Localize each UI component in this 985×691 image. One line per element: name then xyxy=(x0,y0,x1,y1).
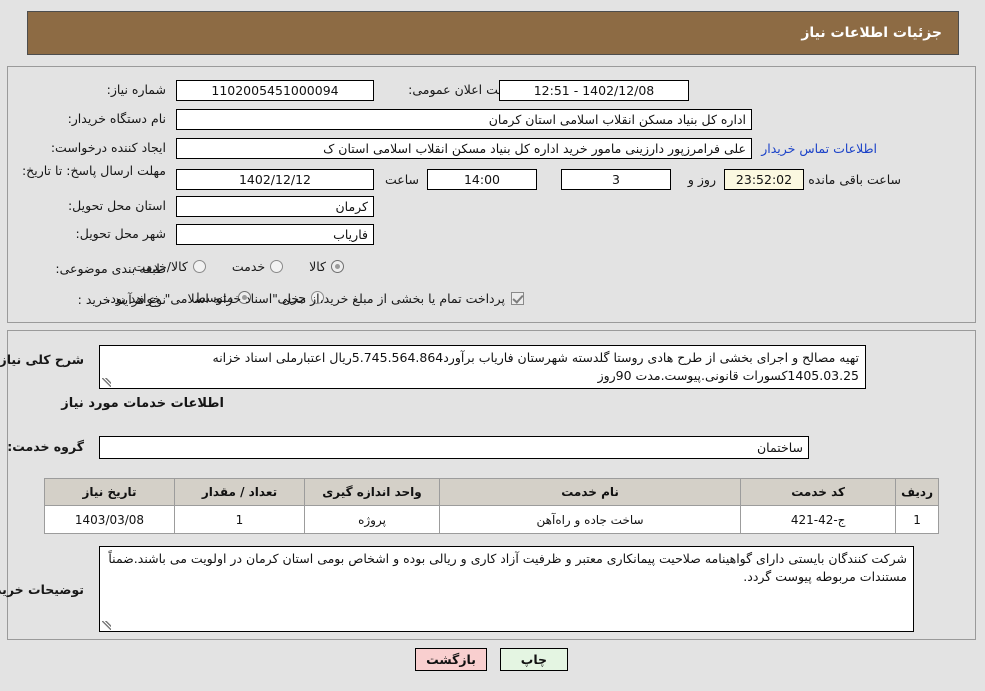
radio-category-service-label: خدمت xyxy=(232,259,267,274)
page-title: جزئیات اطلاعات نیاز xyxy=(802,25,943,41)
cell-quantity: 1 xyxy=(175,505,306,534)
need-number-label: شماره نیاز: xyxy=(107,82,167,97)
buyer-notes-label-wrap: توضیحات خریدار: xyxy=(0,582,85,597)
radio-category-goods[interactable]: کالا xyxy=(310,259,345,274)
print-button[interactable]: چاپ xyxy=(500,648,569,671)
cell-service-name: ساخت جاده و راه‌آهن xyxy=(439,505,743,534)
table-row: 1 ج-42-421 ساخت جاده و راه‌آهن پروژه 1 1… xyxy=(45,505,940,534)
need-number-value: 1102005451000094 xyxy=(177,80,375,101)
service-group-value: ساختمان xyxy=(100,436,810,459)
service-group-label: گروه خدمت: xyxy=(8,439,85,454)
subject-category-radiogroup: کالا خدمت کالا/خدمت xyxy=(108,259,345,274)
countdown-timer: 23:52:02 xyxy=(725,169,805,190)
col-unit: واحد اندازه گیری xyxy=(305,478,441,506)
service-group-label-wrap: گروه خدمت: xyxy=(8,439,85,454)
radio-category-goods-icon[interactable] xyxy=(332,260,345,273)
radio-category-goods-label: کالا xyxy=(310,259,327,274)
buyer-org-label-wrap: نام دستگاه خریدار: xyxy=(69,111,167,126)
remaining-hours-label: ساعت باقی مانده xyxy=(809,172,902,187)
deadline-time-label: ساعت xyxy=(385,172,420,187)
buyer-org-value: اداره کل بنیاد مسکن انقلاب اسلامی استان … xyxy=(177,109,753,130)
delivery-province-label: استان محل تحویل: xyxy=(68,198,167,213)
creator-label-wrap: ایجاد کننده درخواست: xyxy=(52,140,167,155)
page-header: جزئیات اطلاعات نیاز xyxy=(28,11,960,55)
cell-row-no: 1 xyxy=(896,505,940,534)
radio-category-goods-service-label: کالا/خدمت xyxy=(134,259,189,274)
services-table: ردیف کد خدمت نام خدمت واحد اندازه گیری ت… xyxy=(45,478,940,534)
deadline-date-value: 1402/12/12 xyxy=(177,169,375,190)
general-description-textarea[interactable]: تهیه مصالح و اجرای بخشی از طرح هادی روست… xyxy=(100,345,867,389)
remaining-days-label: روز و xyxy=(688,172,717,187)
buyer-org-label: نام دستگاه خریدار: xyxy=(68,111,167,126)
col-service-code: کد خدمت xyxy=(741,478,898,506)
deadline-time-value: 14:00 xyxy=(428,169,538,190)
delivery-city-label: شهر محل تحویل: xyxy=(76,226,167,241)
cell-unit: پروژه xyxy=(305,505,441,534)
buyer-notes-label: توضیحات خریدار: xyxy=(0,582,85,597)
province-label-wrap: استان محل تحویل: xyxy=(69,198,167,213)
need-info-panel xyxy=(8,66,977,323)
cell-need-date: 1403/03/08 xyxy=(45,505,176,534)
general-description-label: شرح کلی نیاز: xyxy=(0,352,85,367)
delivery-province-value: کرمان xyxy=(177,196,375,217)
deadline-label: مهلت ارسال پاسخ: تا تاریخ: xyxy=(22,163,167,178)
services-section-heading: اطلاعات خدمات مورد نیاز xyxy=(62,396,225,411)
page-root: AriaTender.net جزئیات اطلاعات نیاز شماره… xyxy=(0,0,985,691)
remaining-days-value: 3 xyxy=(562,169,672,190)
deadline-label-wrap: مهلت ارسال پاسخ: تا تاریخ: xyxy=(12,163,167,179)
radio-category-service-icon[interactable] xyxy=(271,260,285,273)
treasury-bond-option[interactable]: پرداخت تمام یا بخشی از مبلغ خرید،از محل … xyxy=(107,291,525,306)
col-service-name: نام خدمت xyxy=(439,478,743,506)
back-button[interactable]: بازگشت xyxy=(416,648,488,671)
city-label-wrap: شهر محل تحویل: xyxy=(77,226,167,241)
need-number-label-wrap: شماره نیاز: xyxy=(17,82,167,97)
table-header-row: ردیف کد خدمت نام خدمت واحد اندازه گیری ت… xyxy=(45,478,940,506)
col-need-date: تاریخ نیاز xyxy=(45,478,176,506)
delivery-city-value: فاریاب xyxy=(177,224,375,245)
buyer-contact-link[interactable]: اطلاعات تماس خریدار xyxy=(762,141,878,156)
request-creator-value: علی فرامرزپور دارزینی مامور خرید اداره ک… xyxy=(177,138,753,159)
buyer-notes-textarea[interactable]: شرکت کنندگان بایستی دارای گواهینامه صلاح… xyxy=(100,546,915,632)
col-quantity: تعداد / مقدار xyxy=(175,478,306,506)
radio-category-service[interactable]: خدمت xyxy=(232,259,285,274)
treasury-bond-checkbox[interactable] xyxy=(512,292,525,305)
col-row-no: ردیف xyxy=(896,478,940,506)
treasury-bond-text: پرداخت تمام یا بخشی از مبلغ خرید،از محل … xyxy=(107,291,506,306)
request-creator-label: ایجاد کننده درخواست: xyxy=(51,140,167,155)
cell-service-code: ج-42-421 xyxy=(741,505,898,534)
description-label-wrap: شرح کلی نیاز: xyxy=(0,352,85,367)
action-buttons: بازگشت چاپ xyxy=(0,648,985,671)
radio-category-goods-service-icon[interactable] xyxy=(193,260,207,273)
radio-category-goods-service[interactable]: کالا/خدمت xyxy=(134,259,207,274)
announce-datetime-value: 1402/12/08 - 12:51 xyxy=(500,80,690,101)
